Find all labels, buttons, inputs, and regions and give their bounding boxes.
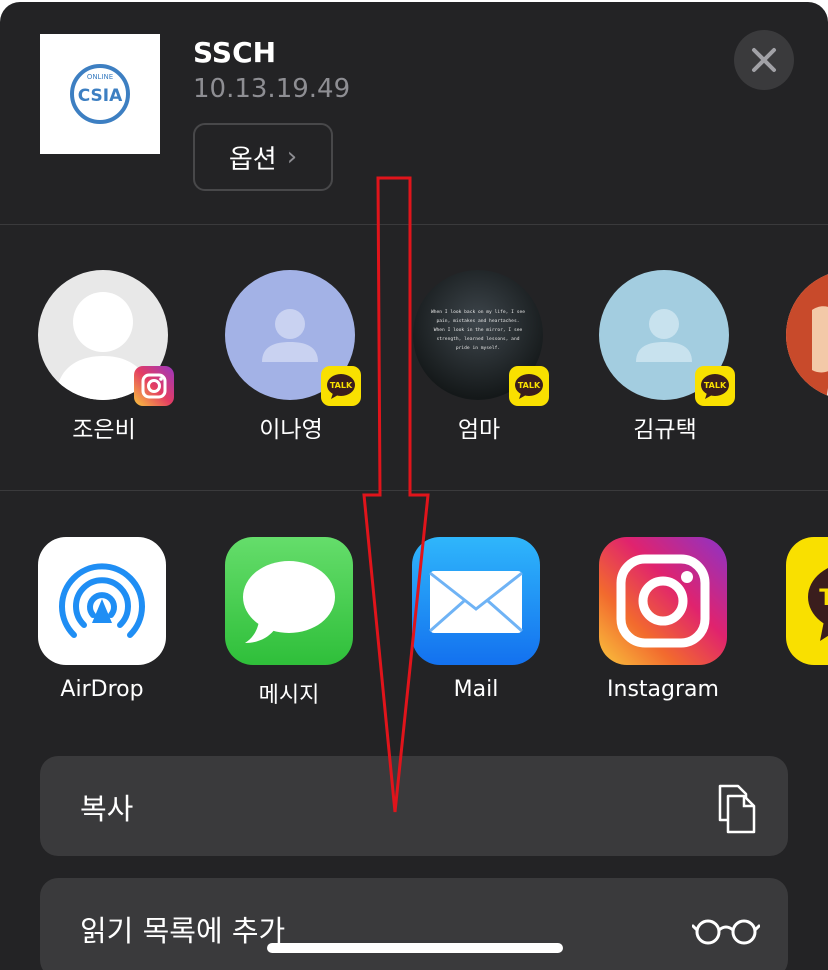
app-name: 카 (756, 677, 828, 709)
app-kakaotalk[interactable]: TALK 카 (786, 537, 828, 665)
svg-text:ONLINE: ONLINE (87, 73, 113, 81)
kakaotalk-badge-icon: TALK (695, 366, 735, 406)
instagram-badge-icon (134, 366, 174, 406)
options-button[interactable]: 옵션 › (193, 123, 333, 191)
kakaotalk-badge-icon: TALK (509, 366, 549, 406)
person-name: 조은비 (72, 417, 136, 443)
person-target[interactable]: 조은비 (38, 270, 174, 443)
app-airdrop[interactable]: AirDrop (38, 537, 166, 702)
close-icon (752, 48, 776, 72)
page-title: SSCH (193, 36, 277, 69)
kakaotalk-icon: TALK (786, 537, 828, 665)
avatar-quote: When I look back on my life, I see pain,… (430, 310, 526, 351)
csia-logo: ONLINE CSIA (70, 64, 130, 124)
app-name: Instagram (607, 677, 719, 702)
divider (0, 224, 828, 225)
app-name: AirDrop (60, 677, 144, 702)
person-name: 이나영 (259, 417, 323, 443)
instagram-icon (599, 537, 727, 665)
copy-action[interactable]: 복사 (40, 756, 788, 856)
options-label: 옵션 (228, 144, 277, 175)
person-name: 김규택 (633, 417, 697, 443)
airdrop-icon (38, 537, 166, 665)
chevron-right-icon: › (286, 142, 298, 172)
divider (0, 490, 828, 491)
person-target[interactable]: TALK 이나영 (225, 270, 361, 443)
person-name: 엄마 (457, 417, 501, 443)
kakaotalk-badge-icon: TALK (321, 366, 361, 406)
site-thumbnail: ONLINE CSIA (40, 34, 160, 154)
app-name: Mail (453, 677, 499, 702)
svg-text:CSIA: CSIA (78, 86, 123, 106)
action-label: 복사 (80, 792, 134, 826)
share-sheet: ONLINE CSIA SSCH 10.13.19.49 옵션 › 조은비 TA… (0, 2, 828, 970)
person-target[interactable]: TALK 김규택 (599, 270, 735, 443)
svg-text:TALK: TALK (330, 381, 353, 390)
app-name: 메시지 (258, 683, 320, 708)
avatar (786, 270, 828, 400)
person-name: 은 (766, 410, 828, 444)
person-target[interactable]: When I look back on my life, I see pain,… (413, 270, 549, 443)
add-to-reading-list-action[interactable]: 읽기 목록에 추가 (40, 878, 788, 970)
app-messages[interactable]: 메시지 (225, 537, 353, 708)
svg-text:TALK: TALK (704, 381, 727, 390)
messages-icon (225, 537, 353, 665)
close-button[interactable] (734, 30, 794, 90)
page-url: 10.13.19.49 (193, 74, 351, 104)
action-label: 읽기 목록에 추가 (80, 914, 286, 948)
copy-icon (718, 784, 756, 834)
person-target[interactable]: 은 (786, 270, 828, 400)
cartoon-avatar-icon (786, 270, 828, 400)
svg-text:TALK: TALK (518, 381, 541, 390)
mail-icon (412, 537, 540, 665)
glasses-icon (692, 919, 760, 945)
svg-text:TALK: TALK (819, 586, 828, 611)
app-instagram[interactable]: Instagram (599, 537, 727, 702)
home-indicator[interactable] (267, 943, 563, 953)
app-mail[interactable]: Mail (412, 537, 540, 702)
